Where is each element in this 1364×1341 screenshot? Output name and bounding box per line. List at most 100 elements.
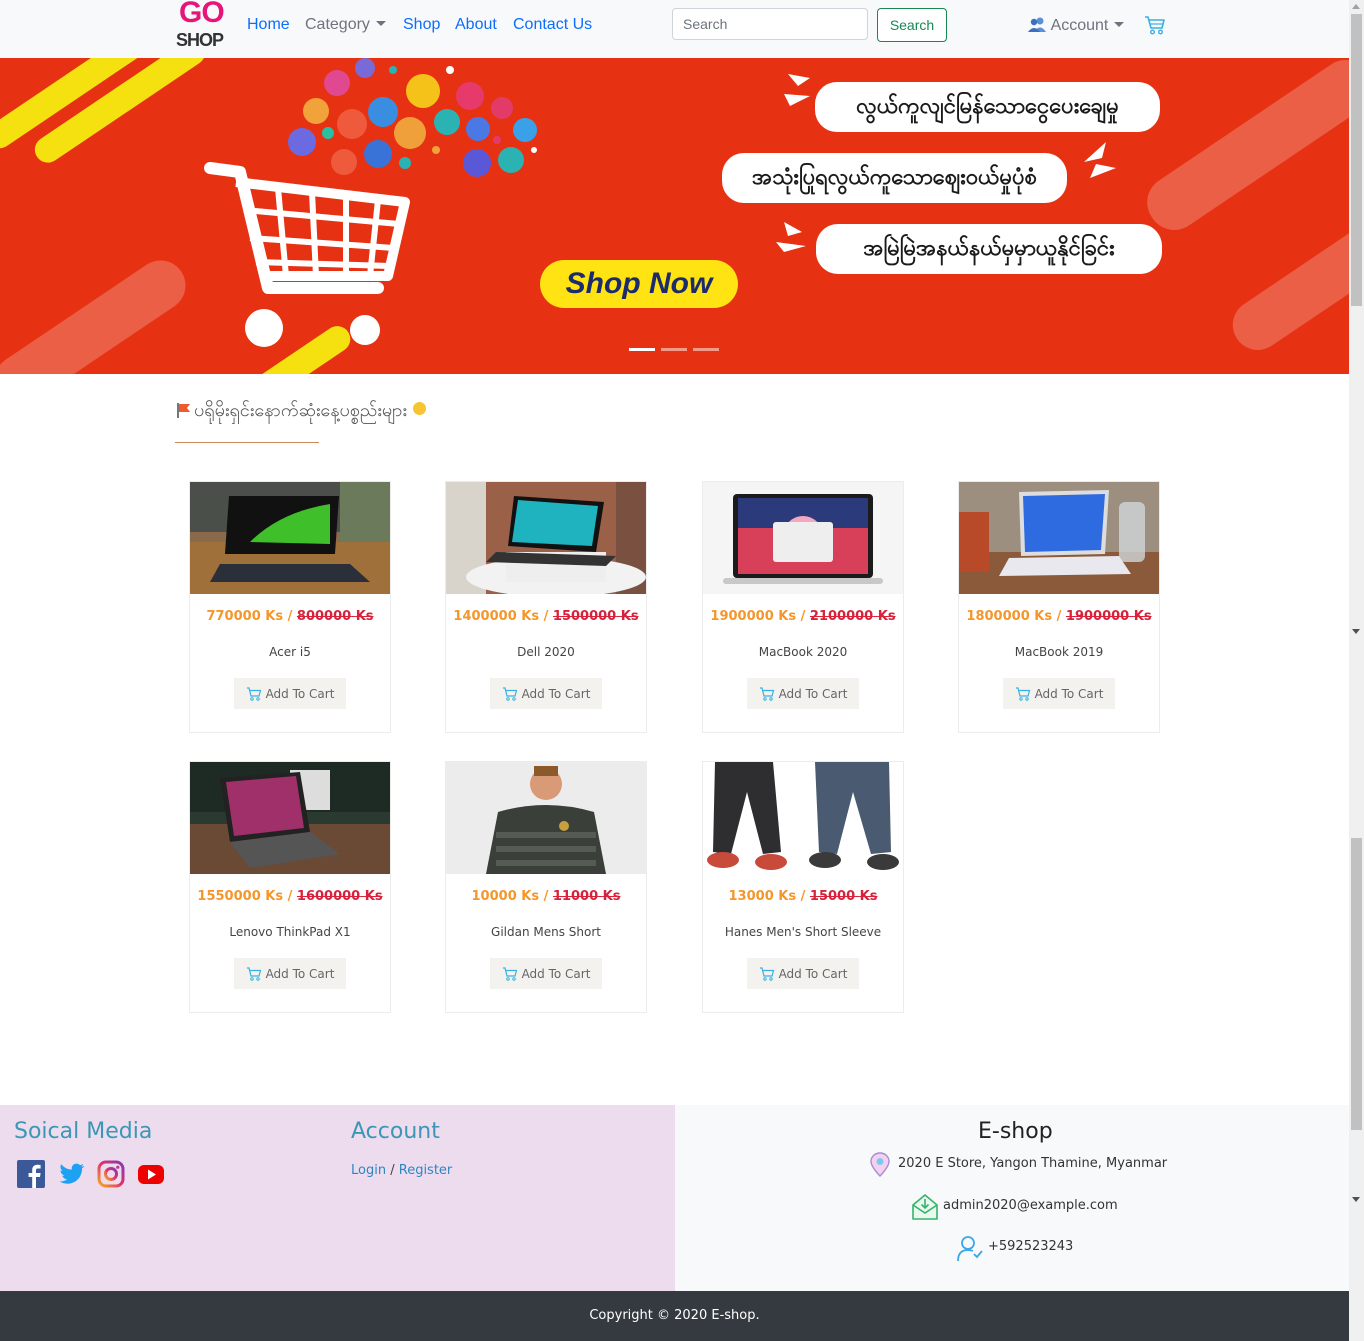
- auth-links: Login / Register: [351, 1163, 452, 1178]
- product-name[interactable]: MacBook 2019: [959, 645, 1159, 659]
- twitter-icon[interactable]: [57, 1160, 85, 1188]
- account-heading: Account: [351, 1119, 440, 1144]
- hero-carousel[interactable]: လွယ်ကူလျင်မြန်သောငွေပေးချေမှု အသုံးပြုရလ…: [0, 58, 1349, 374]
- old-price: 2100000 Ks: [809, 609, 896, 624]
- product-image-hanes-pants[interactable]: [703, 762, 903, 874]
- product-card[interactable]: 770000 Ks / 800000 Ks Acer i5 Add To Car…: [189, 481, 391, 733]
- nav-shop-link[interactable]: Shop: [403, 16, 440, 34]
- auth-separator: /: [390, 1163, 395, 1178]
- product-name[interactable]: MacBook 2020: [703, 645, 903, 659]
- cart-icon: [246, 686, 261, 701]
- add-to-cart-label: Add To Cart: [521, 966, 591, 981]
- section-title: ပရိုမိုးရှင်းနောက်ဆုံးနေ့ပစ္စည်းများ: [176, 398, 426, 425]
- add-to-cart-button[interactable]: Add To Cart: [1003, 678, 1115, 709]
- cart-icon: [759, 686, 774, 701]
- price-separator: /: [539, 609, 553, 624]
- price-separator: /: [539, 889, 553, 904]
- banner-line-2: အသုံးပြုရလွယ်ကူသောဈေးဝယ်မှုပုံစံ: [722, 153, 1067, 203]
- footer-address: 2020 E Store, Yangon Thamine, Myanmar: [898, 1156, 1168, 1171]
- add-to-cart-button[interactable]: Add To Cart: [490, 678, 602, 709]
- price-separator: /: [283, 889, 297, 904]
- copyright-bar: Copyright © 2020 E-shop.: [0, 1291, 1349, 1341]
- product-image-gildan-shirt[interactable]: [446, 762, 646, 874]
- product-image-macbook-2020[interactable]: [703, 482, 903, 594]
- old-price: 800000 Ks: [296, 609, 374, 624]
- add-to-cart-label: Add To Cart: [778, 686, 848, 701]
- product-name[interactable]: Lenovo ThinkPad X1: [190, 925, 390, 939]
- add-to-cart-button[interactable]: Add To Cart: [234, 958, 346, 989]
- old-price: 11000 Ks: [552, 889, 621, 904]
- product-name[interactable]: Dell 2020: [446, 645, 646, 659]
- shop-now-button[interactable]: Shop Now: [540, 260, 738, 308]
- cart-icon[interactable]: [1144, 14, 1166, 36]
- product-card[interactable]: 1550000 Ks / 1600000 Ks Lenovo ThinkPad …: [189, 761, 391, 1013]
- product-name[interactable]: Acer i5: [190, 645, 390, 659]
- product-card[interactable]: 10000 Ks / 11000 Ks Gildan Mens Short Ad…: [445, 761, 647, 1013]
- title-underline: [175, 442, 319, 443]
- product-image-macbook-2019[interactable]: [959, 482, 1159, 594]
- product-card[interactable]: 1900000 Ks / 2100000 Ks MacBook 2020 Add…: [702, 481, 904, 733]
- price-separator: /: [1052, 609, 1066, 624]
- old-price: 1600000 Ks: [296, 889, 383, 904]
- nav-category-dropdown[interactable]: Category: [305, 16, 386, 34]
- add-to-cart-button[interactable]: Add To Cart: [234, 678, 346, 709]
- product-name[interactable]: Gildan Mens Short: [446, 925, 646, 939]
- decor-splash: [776, 222, 806, 252]
- add-to-cart-label: Add To Cart: [1034, 686, 1104, 701]
- add-to-cart-button[interactable]: Add To Cart: [747, 678, 859, 709]
- price-separator: /: [796, 889, 810, 904]
- carousel-indicator-3[interactable]: [693, 348, 719, 351]
- add-to-cart-label: Add To Cart: [265, 686, 335, 701]
- login-link[interactable]: Login: [351, 1163, 386, 1178]
- product-price: 10000 Ks / 11000 Ks: [446, 889, 646, 904]
- copyright-text: Copyright © 2020 E-shop.: [589, 1308, 760, 1323]
- add-to-cart-button[interactable]: Add To Cart: [490, 958, 602, 989]
- page: GO SHOP Home Category Shop About Contact…: [0, 0, 1349, 1341]
- register-link[interactable]: Register: [399, 1163, 453, 1178]
- footer-brand: E-shop: [978, 1119, 1053, 1144]
- logo-go: GO: [179, 0, 225, 29]
- current-price: 13000 Ks: [728, 889, 797, 904]
- search-input[interactable]: [672, 8, 868, 40]
- product-card[interactable]: 13000 Ks / 15000 Ks Hanes Men's Short Sl…: [702, 761, 904, 1013]
- product-image-lenovo[interactable]: [190, 762, 390, 874]
- mail-icon: [912, 1194, 938, 1220]
- banner-line-3: အမြဲမြဲအနယ်နယ်မှမှာယူနိုင်ခြင်း: [816, 224, 1162, 274]
- logo-shop: SHOP: [176, 30, 224, 50]
- facebook-icon[interactable]: [17, 1160, 45, 1188]
- scrollbar-thumb[interactable]: [1351, 14, 1362, 306]
- add-to-cart-button[interactable]: Add To Cart: [747, 958, 859, 989]
- carousel-indicator-2[interactable]: [661, 348, 687, 351]
- logo[interactable]: GO SHOP: [175, 0, 229, 52]
- old-price: 1900000 Ks: [1065, 609, 1152, 624]
- social-media-heading: Soical Media: [14, 1119, 153, 1144]
- product-image-acer[interactable]: [190, 482, 390, 594]
- footer-email[interactable]: admin2020@example.com: [943, 1198, 1118, 1213]
- scroll-down-arrow-icon[interactable]: [1352, 629, 1360, 634]
- scroll-up-arrow-icon[interactable]: [1352, 4, 1360, 9]
- product-card[interactable]: 1400000 Ks / 1500000 Ks Dell 2020 Add To…: [445, 481, 647, 733]
- flag-icon: [177, 403, 190, 418]
- product-card[interactable]: 1800000 Ks / 1900000 Ks MacBook 2019 Add…: [958, 481, 1160, 733]
- search-button[interactable]: Search: [877, 8, 947, 42]
- chevron-down-icon: [375, 21, 386, 26]
- cart-icon: [502, 966, 517, 981]
- nav-home-link[interactable]: Home: [247, 16, 290, 34]
- instagram-icon[interactable]: [97, 1160, 125, 1188]
- account-label: Account: [1050, 17, 1109, 34]
- decor-stripe: [29, 58, 211, 168]
- page-scrollbar[interactable]: [1349, 0, 1364, 1341]
- product-image-dell[interactable]: [446, 482, 646, 594]
- account-dropdown[interactable]: Account: [1027, 16, 1125, 35]
- youtube-icon[interactable]: [137, 1160, 165, 1188]
- scroll-down-arrow-icon[interactable]: [1352, 1197, 1360, 1202]
- cart-icon: [502, 686, 517, 701]
- nav-about-link[interactable]: About: [455, 16, 497, 34]
- product-price: 770000 Ks / 800000 Ks: [190, 609, 390, 624]
- carousel-indicator-1[interactable]: [629, 348, 655, 351]
- product-name[interactable]: Hanes Men's Short Sleeve: [703, 925, 903, 939]
- nav-contact-link[interactable]: Contact Us: [513, 16, 592, 34]
- old-price: 1500000 Ks: [552, 609, 639, 624]
- price-separator: /: [283, 609, 297, 624]
- scrollbar-thumb[interactable]: [1351, 838, 1362, 1130]
